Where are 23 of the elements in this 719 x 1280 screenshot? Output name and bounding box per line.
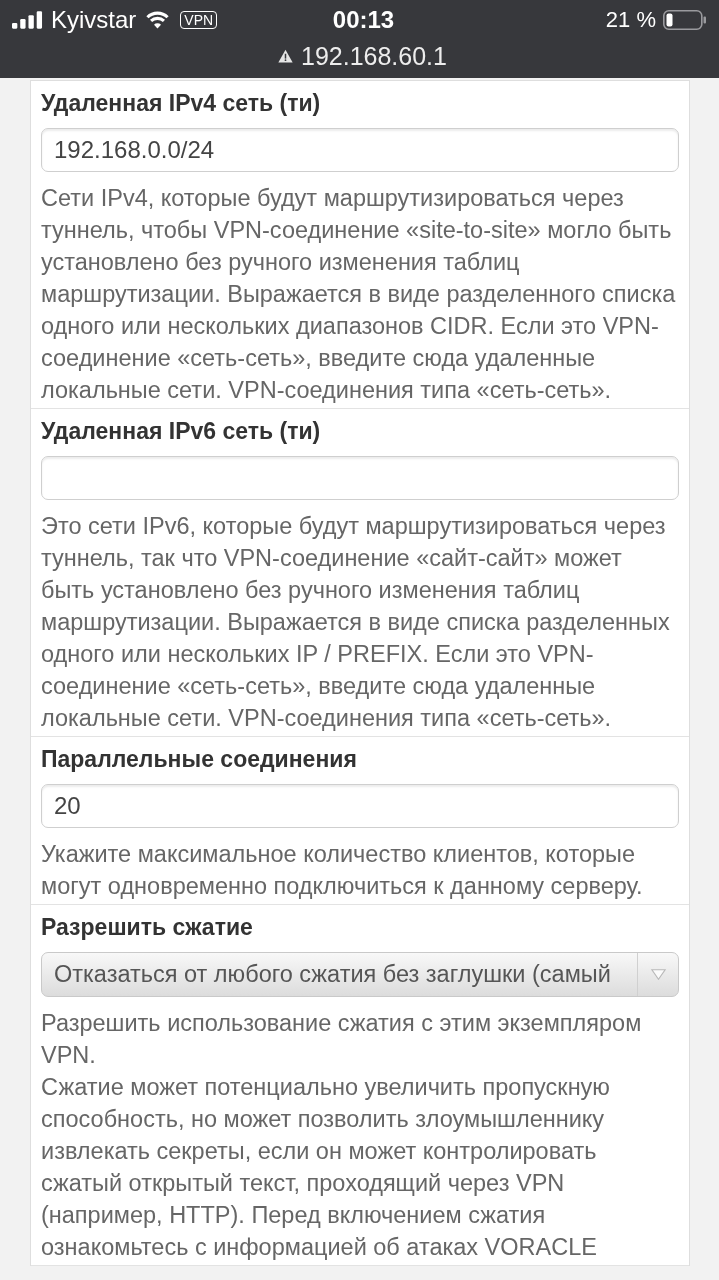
dropdown-select[interactable]: Отказаться от любого сжатия без заглушки (самый xyxy=(41,952,679,997)
vpn-badge: VPN xyxy=(180,11,218,29)
field-label: Разрешить сжатие xyxy=(41,913,254,941)
help-text: Укажите максимальное количество клиентов, которые могут одновременно подключиться к данному серверу. xyxy=(41,840,644,901)
wifi-icon xyxy=(145,11,171,29)
warning-icon xyxy=(278,49,293,63)
help-text: Разрешить использование сжатия с этим экземпляром VPN. xyxy=(41,1009,643,1070)
help-text: Сети IPv4, которые будут маршрутизироваться через туннель, чтобы VPN-соединение «site-to-site» могло быть установлено без ручного изменения таблиц маршрутизации. Выражается в виде разделенного списка одного или нескольких диапазонов CIDR. Если это VPN-соединение «сеть-сеть», введите сюда удаленные локальные сети. VPN-соединения типа «сеть-сеть». xyxy=(41,184,677,405)
carrier-name: Kyivstar xyxy=(51,6,137,34)
clock-time: 00:13 xyxy=(332,6,395,34)
help-text: Это сети IPv6, которые будут маршрутизироваться через туннель, так что VPN-соединение «сайт-сайт» может быть установлено без ручного изменения таблиц маршрутизации. Выражается в виде списка разделенных одного или нескольких IP / PREFIX. Если это VPN-соединение «сеть-сеть», введите сюда удаленные локальные сети. VPN-соединения типа «сеть-сеть». xyxy=(41,512,671,733)
signal-icon xyxy=(12,11,43,29)
caret-icon xyxy=(650,969,666,980)
page-url[interactable]: 192.168.60.1 xyxy=(301,41,447,71)
battery-percent: 21 % xyxy=(605,6,656,34)
help-text: Сжатие может потенциально увеличить пропускную способность, но может позволить злоумышленнику извлекать секреты, если он может контролировать сжатый открытый текст, проходящий через VPN (например, HTTP). Перед включением сжатия ознакомьтесь с информацией об атаках VORACLE xyxy=(41,1073,611,1262)
input-field[interactable]: 20 xyxy=(41,784,679,828)
battery-icon xyxy=(663,10,707,30)
input-field[interactable]: 192.168.0.0/24 xyxy=(41,128,679,172)
field-label: Параллельные соединения xyxy=(41,745,358,773)
input-field[interactable] xyxy=(41,456,679,500)
field-label: Удаленная IPv6 сеть (ти) xyxy=(41,417,322,445)
field-label: Удаленная IPv4 сеть (ти) xyxy=(41,89,322,117)
